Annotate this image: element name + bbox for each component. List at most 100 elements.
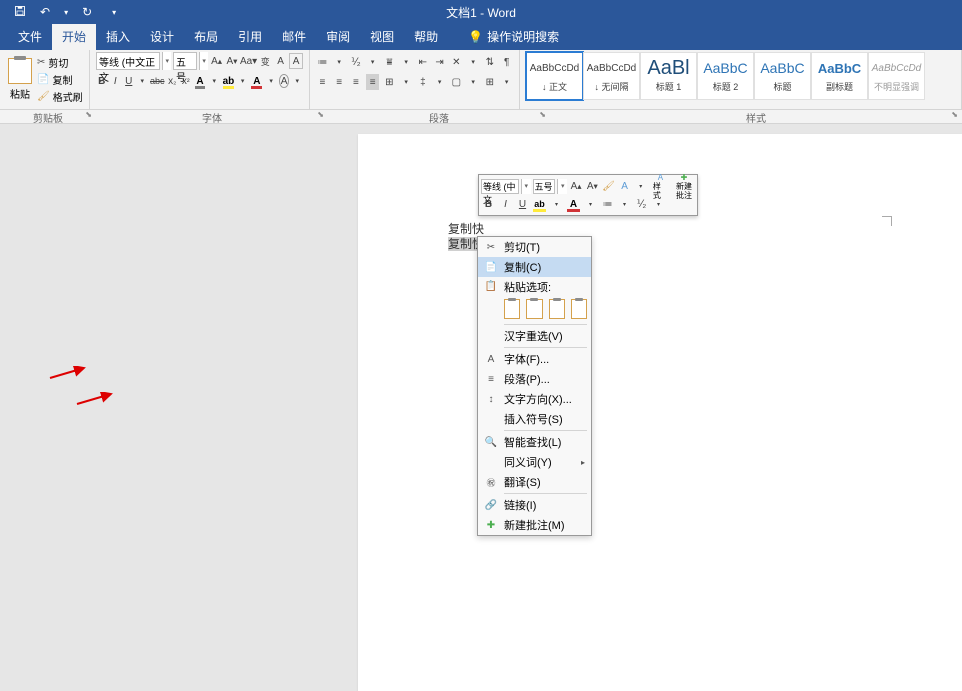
phonetic-guide-icon[interactable]: 变 bbox=[259, 53, 272, 69]
tab-mailings[interactable]: 邮件 bbox=[272, 23, 316, 50]
multilevel-list-icon[interactable]: ⩸ bbox=[383, 54, 396, 70]
spacing-dropdown-icon[interactable]: ▾ bbox=[433, 74, 446, 90]
context-cut[interactable]: ✂ 剪切(T) bbox=[478, 237, 591, 257]
tab-home[interactable]: 开始 bbox=[52, 23, 96, 50]
highlight-icon[interactable]: ab bbox=[222, 73, 235, 89]
style-subtle-emphasis[interactable]: AaBbCcDd 不明显强调 bbox=[868, 52, 925, 100]
mini-font-size[interactable]: 五号 bbox=[533, 179, 556, 194]
context-hanzi-reselect[interactable]: 汉字重选(V) bbox=[478, 326, 591, 346]
mini-format-painter-icon[interactable]: 🖌 bbox=[601, 179, 615, 194]
mini-font-color-icon[interactable]: A bbox=[566, 197, 581, 212]
asian-layout-icon[interactable]: ✕ bbox=[450, 54, 463, 70]
tab-view[interactable]: 视图 bbox=[360, 23, 404, 50]
borders-icon[interactable]: ⊞ bbox=[484, 74, 497, 90]
bold-icon[interactable]: B bbox=[96, 73, 108, 89]
strikethrough-icon[interactable]: abc bbox=[150, 73, 165, 89]
numbering-dropdown-icon[interactable]: ▾ bbox=[366, 54, 379, 70]
context-text-direction[interactable]: ↕ 文字方向(X)... bbox=[478, 389, 591, 409]
underline-icon[interactable]: U bbox=[123, 73, 135, 89]
align-left-icon[interactable]: ≡ bbox=[316, 74, 329, 90]
decrease-indent-icon[interactable]: ⇤ bbox=[417, 54, 430, 70]
superscript-icon[interactable]: x² bbox=[180, 73, 192, 89]
context-font[interactable]: A 字体(F)... bbox=[478, 349, 591, 369]
mini-numbering-dd-icon[interactable]: ▾ bbox=[651, 197, 666, 212]
font-size-dropdown-icon[interactable]: ▾ bbox=[199, 52, 208, 70]
numbering-icon[interactable]: ⅟₂ bbox=[350, 54, 363, 70]
distribute-dropdown-icon[interactable]: ▾ bbox=[400, 74, 413, 90]
mini-highlight-dd-icon[interactable]: ▾ bbox=[549, 197, 564, 212]
undo-dropdown-icon[interactable]: ▾ bbox=[64, 8, 68, 17]
sort-icon[interactable]: ⇅ bbox=[484, 54, 497, 70]
justify-icon[interactable]: ≡ bbox=[366, 74, 379, 90]
borders-dropdown-icon[interactable]: ▾ bbox=[500, 74, 513, 90]
tab-insert[interactable]: 插入 bbox=[96, 23, 140, 50]
mini-text-effects-icon[interactable]: A bbox=[618, 179, 632, 194]
context-smart-lookup[interactable]: 🔍 智能查找(L) bbox=[478, 432, 591, 452]
mini-size-dropdown-icon[interactable]: ▾ bbox=[557, 179, 567, 194]
subscript-icon[interactable]: x₂ bbox=[167, 73, 179, 89]
mini-effects-dd-icon[interactable]: ▾ bbox=[634, 179, 648, 194]
redo-icon[interactable]: ↻ bbox=[82, 5, 92, 19]
font-color-icon[interactable]: A bbox=[250, 73, 263, 89]
shading-icon[interactable]: ▢ bbox=[450, 74, 463, 90]
highlight-dropdown-icon[interactable]: ▾ bbox=[237, 73, 249, 89]
mini-italic-icon[interactable]: I bbox=[498, 197, 513, 212]
tab-file[interactable]: 文件 bbox=[8, 23, 52, 50]
italic-icon[interactable]: I bbox=[110, 73, 122, 89]
paste-picture-icon[interactable] bbox=[549, 299, 565, 319]
tab-design[interactable]: 设计 bbox=[140, 23, 184, 50]
mini-numbering-icon[interactable]: ⅟₂ bbox=[634, 197, 649, 212]
context-translate[interactable]: ㊗ 翻译(S) bbox=[478, 472, 591, 492]
bullets-icon[interactable]: ≔ bbox=[316, 54, 329, 70]
grow-font-icon[interactable]: A▴ bbox=[210, 53, 223, 69]
change-case-icon[interactable]: Aa▾ bbox=[241, 53, 257, 69]
multilevel-dropdown-icon[interactable]: ▾ bbox=[400, 54, 413, 70]
paste-keep-source-icon[interactable] bbox=[504, 299, 520, 319]
mini-font-name[interactable]: 等线 (中文 bbox=[481, 179, 519, 194]
document-page[interactable]: 复制快 复制快捷键是什么 bbox=[358, 134, 962, 691]
character-border-icon[interactable]: A bbox=[289, 53, 303, 69]
context-synonyms[interactable]: 同义词(Y) ▸ bbox=[478, 452, 591, 472]
font-name-dropdown-icon[interactable]: ▾ bbox=[162, 52, 171, 70]
increase-indent-icon[interactable]: ⇥ bbox=[433, 54, 446, 70]
tab-references[interactable]: 引用 bbox=[228, 23, 272, 50]
cut-button[interactable]: ✂ 剪切 bbox=[37, 55, 83, 70]
clipboard-group-label[interactable]: 剪贴板 bbox=[0, 110, 96, 123]
save-icon[interactable] bbox=[14, 5, 26, 20]
paste-text-icon[interactable] bbox=[571, 299, 587, 319]
style-heading2[interactable]: AaBbC 标题 2 bbox=[697, 52, 754, 100]
tab-layout[interactable]: 布局 bbox=[184, 23, 228, 50]
clear-formatting-icon[interactable]: A bbox=[274, 53, 287, 69]
tab-review[interactable]: 审阅 bbox=[316, 23, 360, 50]
text-effects-icon[interactable]: A bbox=[194, 73, 207, 89]
style-title[interactable]: AaBbC 标题 bbox=[754, 52, 811, 100]
mini-bold-icon[interactable]: B bbox=[481, 197, 496, 212]
mini-color-dd-icon[interactable]: ▾ bbox=[583, 197, 598, 212]
asian-dropdown-icon[interactable]: ▾ bbox=[467, 54, 480, 70]
show-marks-icon[interactable]: ¶ bbox=[500, 54, 513, 70]
mini-font-dropdown-icon[interactable]: ▾ bbox=[521, 179, 531, 194]
tell-me-search[interactable]: 💡 操作说明搜索 bbox=[458, 23, 569, 50]
enclose-dropdown-icon[interactable]: ▾ bbox=[291, 73, 303, 89]
font-group-label[interactable]: 字体 bbox=[96, 110, 328, 123]
qat-customize-icon[interactable]: ▾ bbox=[112, 8, 116, 17]
mini-shrink-font-icon[interactable]: A▾ bbox=[585, 179, 599, 194]
context-copy[interactable]: 📄 复制(C) bbox=[478, 257, 591, 277]
line-spacing-icon[interactable]: ‡ bbox=[417, 74, 430, 90]
mini-underline-icon[interactable]: U bbox=[515, 197, 530, 212]
context-insert-symbol[interactable]: 插入符号(S) bbox=[478, 409, 591, 429]
paste-button[interactable]: 粘贴 bbox=[6, 56, 34, 103]
distribute-icon[interactable]: ⊞ bbox=[383, 74, 396, 90]
style-subtitle[interactable]: AaBbC 副标题 bbox=[811, 52, 868, 100]
style-no-spacing[interactable]: AaBbCcDd ↓ 无间隔 bbox=[583, 52, 640, 100]
underline-dropdown-icon[interactable]: ▾ bbox=[137, 73, 149, 89]
align-center-icon[interactable]: ≡ bbox=[333, 74, 346, 90]
tab-help[interactable]: 帮助 bbox=[404, 23, 448, 50]
paragraph-group-label[interactable]: 段落 bbox=[328, 110, 550, 123]
context-new-comment[interactable]: ✚ 新建批注(M) bbox=[478, 515, 591, 535]
font-color-dropdown-icon[interactable]: ▾ bbox=[265, 73, 277, 89]
shading-dropdown-icon[interactable]: ▾ bbox=[467, 74, 480, 90]
style-heading1[interactable]: AaBl 标题 1 bbox=[640, 52, 697, 100]
mini-grow-font-icon[interactable]: A▴ bbox=[569, 179, 583, 194]
font-name-combo[interactable]: 等线 (中文正文 bbox=[96, 52, 160, 70]
